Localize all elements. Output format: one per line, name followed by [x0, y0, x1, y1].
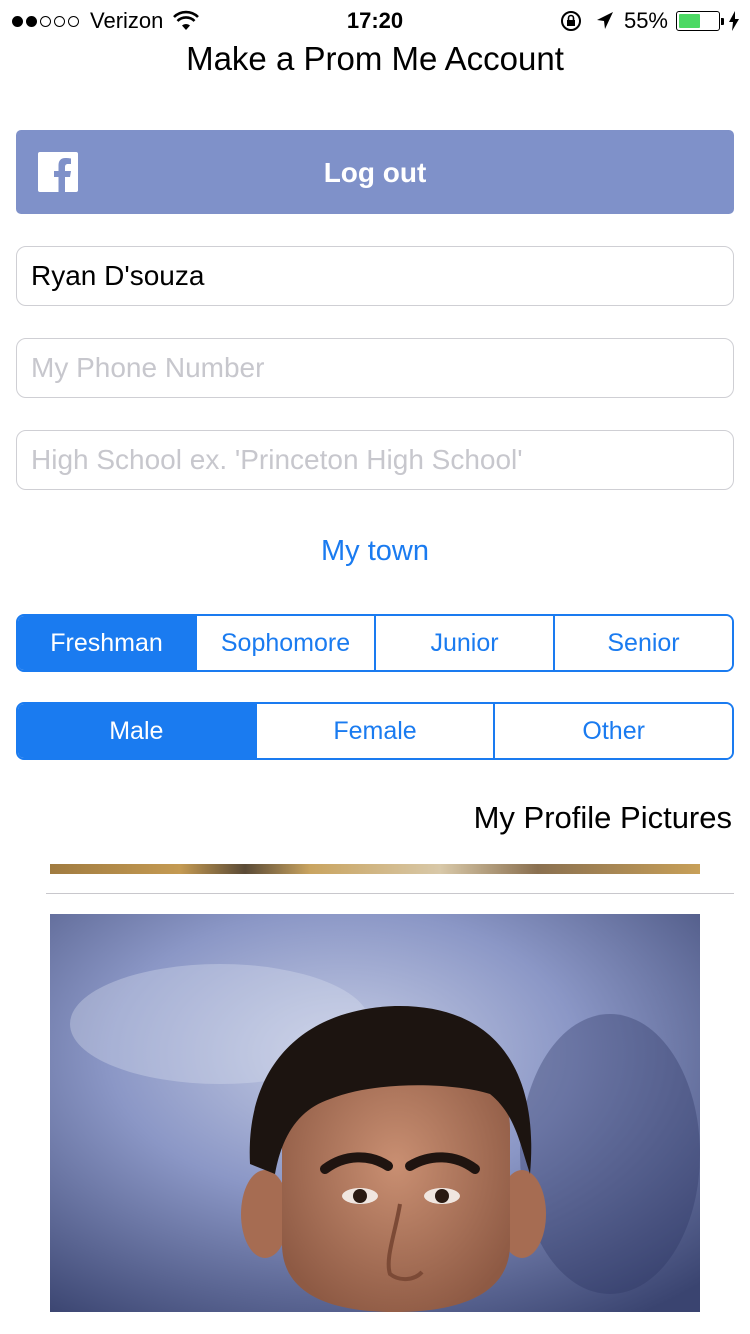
profile-photo[interactable] [50, 914, 700, 1312]
rotation-lock-icon [560, 11, 581, 31]
charging-bolt-icon [729, 11, 739, 31]
segment-female[interactable]: Female [254, 704, 494, 758]
high-school-field[interactable] [16, 430, 734, 490]
my-town-button[interactable]: My town [0, 535, 750, 568]
battery-icon [676, 11, 724, 31]
status-right: 55% [560, 8, 740, 34]
photo-divider [46, 893, 734, 894]
segment-junior[interactable]: Junior [374, 616, 553, 670]
profile-photo-partial[interactable] [50, 864, 700, 874]
segment-sophomore[interactable]: Sophomore [195, 616, 374, 670]
facebook-button-label: Log out [323, 157, 427, 188]
battery-fill [679, 14, 700, 28]
segment-other[interactable]: Other [493, 704, 732, 758]
page-title: Make a Prom Me Account [186, 40, 564, 77]
grade-segmented-control: Freshman Sophomore Junior Senior [16, 614, 734, 672]
phone-number-field[interactable] [16, 338, 734, 398]
segment-male[interactable]: Male [18, 704, 255, 758]
facebook-logout-button[interactable]: Log out [16, 130, 734, 214]
name-field[interactable] [16, 246, 734, 306]
battery-percent: 55% [623, 8, 668, 33]
profile-photo-image [50, 914, 700, 1312]
status-bar: Verizon 17:20 55% [0, 0, 750, 40]
profile-pictures-heading: My Profile Pictures [473, 800, 732, 835]
segment-senior[interactable]: Senior [553, 616, 732, 670]
gender-segmented-control: Male Female Other [16, 702, 734, 760]
location-arrow-icon [596, 12, 613, 29]
segment-freshman[interactable]: Freshman [18, 616, 195, 670]
battery-tip [721, 18, 724, 25]
